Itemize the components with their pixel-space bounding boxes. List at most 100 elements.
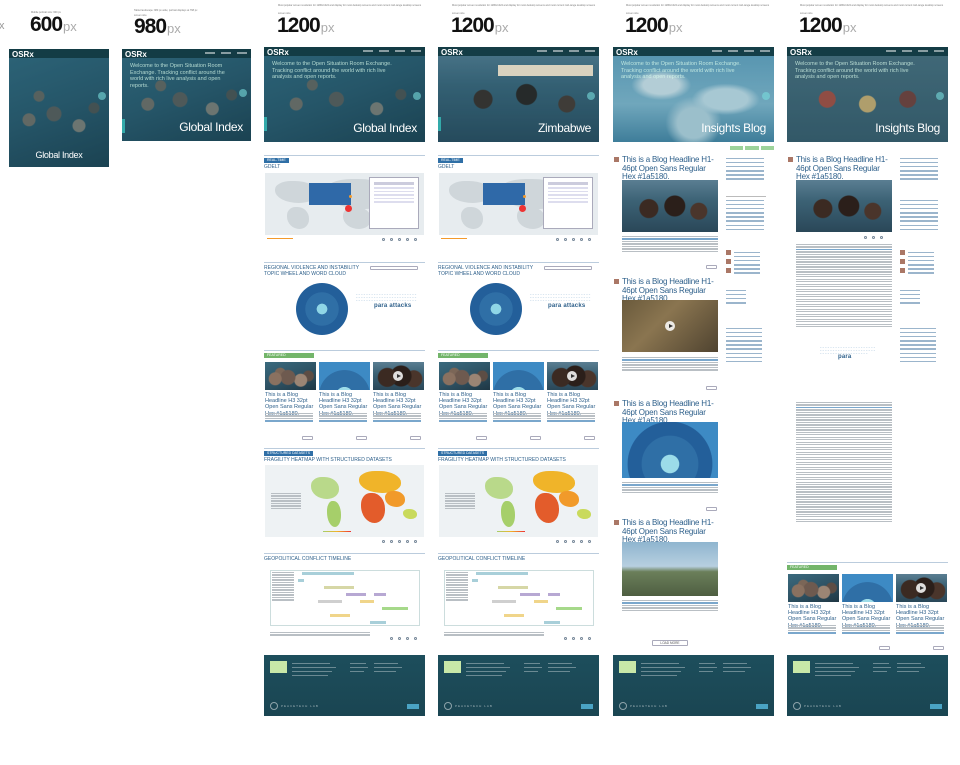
featured-thumb[interactable]	[373, 362, 424, 390]
logo[interactable]: OSRx	[616, 48, 638, 57]
section-title: GDELT	[264, 164, 281, 170]
section-tag: FEATURED	[438, 353, 488, 358]
subscribe-button[interactable]	[407, 704, 419, 709]
carousel-next-icon[interactable]	[587, 92, 595, 100]
region-select[interactable]	[544, 266, 592, 270]
featured-thumb[interactable]	[842, 574, 893, 602]
more-button[interactable]	[706, 265, 717, 269]
logo[interactable]: OSRx	[790, 48, 812, 57]
fragility-heatmap[interactable]	[439, 465, 598, 537]
carousel-next-icon[interactable]	[98, 92, 106, 100]
brand-logo-icon[interactable]	[270, 702, 278, 710]
more-button[interactable]	[476, 436, 487, 440]
width-label: 1200px	[451, 14, 509, 37]
more-button[interactable]	[706, 386, 717, 390]
more-button[interactable]	[530, 436, 541, 440]
realtime-map[interactable]	[265, 173, 424, 235]
map-info-panel	[309, 183, 351, 205]
topic-wheel[interactable]	[296, 283, 348, 335]
width-caption: Most popular screen resolution for 1280x…	[278, 4, 422, 7]
hero-title: Global Index	[353, 121, 417, 135]
blog-headline: This is a Blog Headline H1-46pt Open San…	[796, 155, 888, 181]
footer-promo-box	[270, 661, 287, 673]
avatar	[614, 157, 619, 162]
print-icon[interactable]	[406, 238, 409, 241]
timeline-section: GEOPOLITICAL CONFLICT TIMELINE	[264, 553, 425, 645]
load-more-button[interactable]: LOAD MORE	[652, 640, 688, 646]
more-button[interactable]	[933, 646, 944, 650]
site-footer: PEACETECH LAB	[787, 655, 948, 716]
width-label: 1200px	[277, 14, 335, 37]
event-marker[interactable]	[519, 205, 526, 212]
section-tag: REAL-TIME	[264, 158, 289, 163]
blog-photo[interactable]	[622, 300, 718, 352]
footer-brand: PEACETECH LAB	[281, 704, 319, 708]
hero-title: Zimbabwe	[538, 121, 591, 135]
hero-title: Global Index	[179, 120, 243, 134]
logo[interactable]: OSRx	[267, 48, 289, 57]
topic-wheel[interactable]	[470, 283, 522, 335]
subscribe-button[interactable]	[930, 704, 942, 709]
logo[interactable]: OSRx	[125, 50, 147, 59]
word-cloud: ~ ~ ~ ~ ~ ~ ~ ~ ~ ~ ~ ~ ~ ~ ~ ~ ~ ~ ~ ~ …	[356, 293, 417, 309]
section-title: GEOPOLITICAL CONFLICT TIMELINE	[264, 556, 352, 562]
region-select[interactable]	[370, 266, 418, 270]
download-icon[interactable]	[398, 238, 401, 241]
logo[interactable]: OSRx	[441, 48, 463, 57]
brand-logo-icon[interactable]	[793, 702, 801, 710]
section-subtitle: TOPIC WHEEL AND WORD CLOUD	[438, 271, 520, 277]
more-button[interactable]	[584, 436, 595, 440]
brand-logo-icon[interactable]	[619, 702, 627, 710]
blog-photo[interactable]	[622, 422, 718, 478]
featured-thumb[interactable]	[547, 362, 598, 390]
section-title: FRAGILITY HEATMAP WITH STRUCTURED DATASE…	[264, 457, 392, 463]
footer-brand: PEACETECH LAB	[804, 704, 842, 708]
featured-thumb[interactable]	[493, 362, 544, 390]
hero-image: OSRx Global Index	[9, 49, 109, 167]
hero-intro: Welcome to the Open Situation Room Excha…	[130, 63, 225, 89]
blog-sidebar	[726, 158, 764, 183]
article-body	[796, 244, 892, 328]
more-button[interactable]	[410, 436, 421, 440]
width-label: 1200px	[799, 14, 857, 37]
width-label: 600px	[30, 13, 77, 36]
blog-headline[interactable]: This is a Blog Headline H1-46pt Open San…	[622, 155, 720, 182]
featured-thumb[interactable]	[439, 362, 490, 390]
width-label: 1200px	[625, 14, 683, 37]
subscribe-button[interactable]	[581, 704, 593, 709]
regional-section: REGIONAL VIOLENCE AND INSTABILITY TOPIC …	[438, 262, 599, 348]
blog-headline[interactable]: This is a Blog Headline H1-46pt Open San…	[622, 518, 720, 545]
footer-brand: PEACETECH LAB	[630, 704, 668, 708]
word-cloud: ~ ~ ~ ~ ~ ~ ~ ~ ~ ~ ~ ~ ~ ~ ~ ~ ~ ~ ~ ~ …	[530, 293, 591, 309]
expand-icon[interactable]	[414, 238, 417, 241]
blog-photo[interactable]	[622, 180, 718, 232]
section-tag: REAL-TIME	[438, 158, 463, 163]
logo[interactable]: OSRx	[12, 50, 34, 59]
more-button[interactable]	[879, 646, 890, 650]
word-cloud: ~ ~ ~ ~ ~ ~ ~ ~ ~ ~ ~ ~ ~ ~ ~ ~ ~ ~ ~ ~ …	[820, 346, 876, 360]
carousel-next-icon[interactable]	[936, 92, 944, 100]
carousel-next-icon[interactable]	[239, 89, 247, 97]
fragility-heatmap[interactable]	[265, 465, 424, 537]
timeline-section: GEOPOLITICAL CONFLICT TIMELINE	[438, 553, 599, 645]
carousel-next-icon[interactable]	[413, 92, 421, 100]
featured-thumb[interactable]	[896, 574, 947, 602]
more-button[interactable]	[706, 507, 717, 511]
hero-intro: Welcome to the Open Situation Room Excha…	[272, 61, 392, 80]
regional-section: REGIONAL VIOLENCE AND INSTABILITY TOPIC …	[264, 262, 425, 348]
event-marker[interactable]	[345, 205, 352, 212]
blog-photo[interactable]	[622, 542, 718, 596]
carousel-next-icon[interactable]	[762, 92, 770, 100]
featured-thumb[interactable]	[265, 362, 316, 390]
embed-icon[interactable]	[390, 238, 393, 241]
hero-image: OSRx Zimbabwe	[438, 47, 599, 142]
share-icon[interactable]	[382, 238, 385, 241]
realtime-map[interactable]	[439, 173, 598, 235]
brand-logo-icon[interactable]	[444, 702, 452, 710]
more-button[interactable]	[302, 436, 313, 440]
featured-thumb[interactable]	[319, 362, 370, 390]
featured-thumb[interactable]	[788, 574, 839, 602]
subscribe-button[interactable]	[756, 704, 768, 709]
section-tag: STRUCTURED DATASETS	[438, 451, 488, 456]
more-button[interactable]	[356, 436, 367, 440]
